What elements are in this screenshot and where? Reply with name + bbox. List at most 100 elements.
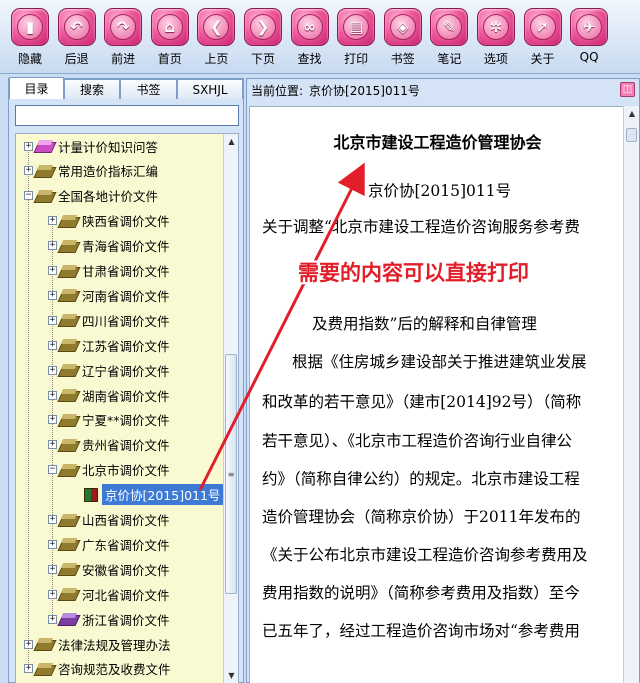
back-arrow-button[interactable]: ↶ 后退 [55,0,99,67]
expand-icon[interactable]: + [48,290,57,300]
collapse-icon[interactable]: − [48,465,57,475]
qq-icon: ✈ [570,8,609,46]
book-icon [60,215,78,227]
expand-icon[interactable]: + [24,664,33,674]
book-icon [36,638,54,650]
tree-item[interactable]: + 宁夏**调价文件 [48,410,170,430]
tab-bookmarks[interactable]: 书签 [120,79,177,99]
doc-scroll-up-arrow-icon[interactable]: ▲ [624,106,640,121]
tab-sxhjl[interactable]: SXHJL [177,79,243,99]
expand-icon[interactable]: + [48,539,57,549]
expand-icon[interactable]: + [24,166,33,176]
tree-item[interactable]: + 湖南省调价文件 [48,385,170,405]
collapse-icon[interactable]: − [24,191,33,201]
tree-item-label: 广东省调价文件 [82,537,170,553]
expand-icon[interactable]: + [48,390,57,400]
tree-item-label: 宁夏**调价文件 [82,413,170,429]
document-number: 京价协[2015]011号 [368,182,512,200]
expand-icon[interactable]: + [24,141,33,151]
back-arrow-icon: ↶ [57,8,96,46]
tree-item-label: 辽宁省调价文件 [82,363,170,379]
tree-search-input[interactable] [15,105,239,126]
document-icon [84,487,98,502]
prev-page-button[interactable]: ❮ 上页 [194,0,238,67]
tree-item[interactable]: + 青海省调价文件 [48,236,170,256]
tree-item[interactable]: + 山西省调价文件 [48,510,170,530]
tab-search[interactable]: 搜索 [64,79,120,99]
document-scrollbar[interactable]: ▲ [623,106,639,683]
tree-item[interactable]: + 广东省调价文件 [48,534,170,554]
prev-page-icon-glyph: ❮ [203,14,230,40]
tree-item[interactable]: + 江苏省调价文件 [48,335,170,355]
binoculars-icon-glyph: ∞ [296,14,323,40]
gear-button[interactable]: ✲ 选项 [474,0,518,67]
bookmark-tag-button[interactable]: ◈ 书签 [381,0,425,67]
toolbar-button-label: 下页 [250,52,275,66]
tree-item[interactable]: + 甘肃省调价文件 [48,261,170,281]
expand-icon[interactable]: + [48,241,57,251]
tab-contents[interactable]: 目录 [9,77,64,99]
expand-icon[interactable]: + [48,614,57,624]
expand-icon[interactable]: + [48,266,57,275]
expand-icon[interactable]: + [48,315,57,325]
toolbar-button-label: 首页 [157,52,182,66]
tree-item-label: 贵州省调价文件 [82,438,170,454]
tree-scrollbar[interactable]: ▲ ≡ ▼ [223,134,238,683]
expand-icon[interactable]: + [48,415,57,425]
book-icon [60,464,78,476]
tree-item[interactable]: + 计量计价知识问答 [24,136,158,156]
doc-scroll-thumb[interactable] [626,128,637,142]
tree-item[interactable]: + 河南省调价文件 [48,285,170,305]
tree-item[interactable]: + 贵州省调价文件 [48,435,170,455]
maximize-icon[interactable]: ◫ [620,82,635,97]
expand-icon[interactable]: + [48,440,57,450]
tree-item-label: 浙江省调价文件 [82,612,170,628]
forward-arrow-button[interactable]: ↷ 前进 [101,0,145,67]
tree-item-selected[interactable]: 京价协[2015]011号 [72,484,224,506]
expand-icon[interactable]: + [48,589,57,599]
expand-icon[interactable]: + [48,564,57,574]
next-page-button[interactable]: ❯ 下页 [241,0,285,67]
binoculars-icon: ∞ [290,8,329,46]
tree-item[interactable]: + 河北省调价文件 [48,584,170,604]
tree-item[interactable]: + 陕西省调价文件 [48,211,170,231]
book-icon [60,538,78,550]
tree-item[interactable]: + 法律法规及管理办法 [24,634,171,654]
tree-item-label: 咨询规范及收费文件 [58,662,171,678]
note-button[interactable]: ✎ 笔记 [427,0,471,67]
home-button[interactable]: ⌂ 首页 [148,0,192,67]
tree-scroll-thumb[interactable]: ≡ [225,354,237,594]
expand-icon[interactable]: + [48,515,57,524]
tree-item[interactable]: + 四川省调价文件 [48,310,170,330]
cursor-button[interactable]: ➚ 关于 [521,0,565,67]
tree-item[interactable]: + 安徽省调价文件 [48,559,170,579]
book-icon [60,240,78,252]
document-paragraph-line: 《关于公布北京市建设工程造价咨询参考费用及 [262,546,588,564]
tree-item[interactable]: + 辽宁省调价文件 [48,360,170,380]
book-icon [60,514,78,526]
navigation-panel: 目录 搜索 书签 SXHJL ▲ ≡ ▼ + 计量计价知识问答 + 常用造价指标汇编 −… [8,77,244,683]
tree-item[interactable]: + 浙江省调价文件 [48,609,170,629]
tree-item[interactable]: + 咨询规范及收费文件 [24,659,171,679]
expand-icon[interactable]: + [48,340,57,350]
tree-item-label: 湖南省调价文件 [82,388,170,404]
scroll-up-arrow-icon[interactable]: ▲ [224,134,238,149]
scroll-down-arrow-icon[interactable]: ▼ [224,668,238,683]
note-icon-glyph: ✎ [436,14,463,40]
expand-icon[interactable]: + [48,365,57,375]
hide-button[interactable]: ▮ 隐藏 [8,0,52,67]
document-paragraph-line: 关于调整“北京市建设工程造价咨询服务参考费 [262,218,580,236]
document-panel: 当前位置: 京价协[2015]011号 ◫ 北京市建设工程造价管理协会 京价协[… [246,78,640,683]
tree-item-label: 计量计价知识问答 [58,139,159,155]
binoculars-button[interactable]: ∞ 查找 [288,0,332,67]
tree-item-label: 甘肃省调价文件 [82,264,170,279]
hide-icon: ▮ [11,8,49,46]
tree-item[interactable]: − 北京市调价文件 [48,460,170,480]
qq-button[interactable]: ✈ QQ [567,0,611,64]
expand-icon[interactable]: + [48,216,57,226]
tree-item[interactable]: + 常用造价指标汇编 [24,161,158,181]
expand-icon[interactable]: + [24,639,33,649]
tree-item[interactable]: − 全国各地计价文件 [24,186,158,206]
printer-button[interactable]: ▤ 打印 [334,0,378,67]
document-title: 北京市建设工程造价管理协会 [333,133,542,152]
